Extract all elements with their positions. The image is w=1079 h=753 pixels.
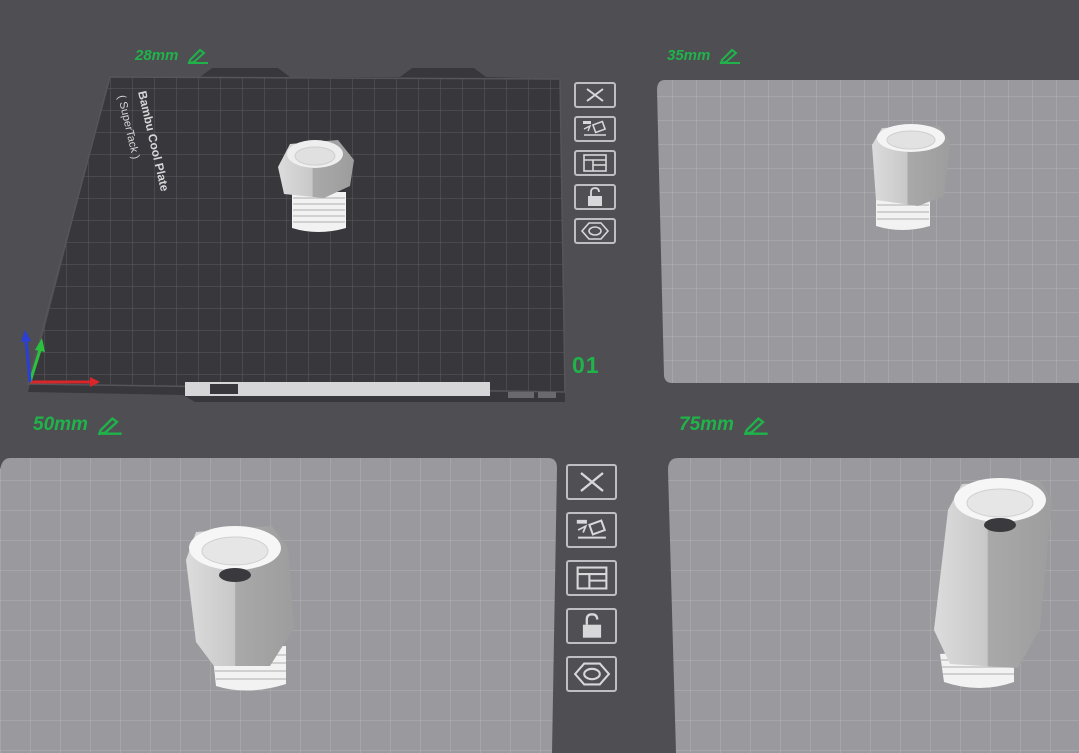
auto-arrange-button[interactable] bbox=[574, 116, 616, 142]
auto-arrange-button[interactable] bbox=[566, 512, 617, 548]
plate-label-1[interactable]: 28mm bbox=[135, 47, 210, 64]
close-icon bbox=[584, 87, 606, 103]
unlock-icon bbox=[585, 187, 605, 207]
plate-settings-button[interactable] bbox=[574, 218, 616, 244]
plate-name-label: 75mm bbox=[679, 414, 734, 435]
plate-label-2[interactable]: 35mm bbox=[667, 47, 742, 64]
arrange-layout-button[interactable] bbox=[574, 150, 616, 176]
plate-1-toolbar bbox=[574, 82, 616, 244]
plate-name-label: 28mm bbox=[135, 47, 179, 64]
lock-plate-button[interactable] bbox=[566, 608, 617, 644]
close-icon bbox=[577, 471, 607, 493]
delete-plate-button[interactable] bbox=[574, 82, 616, 108]
plate-label-3[interactable]: 50mm bbox=[33, 414, 124, 436]
edit-pencil-icon[interactable] bbox=[718, 48, 742, 64]
auto-arrange-icon bbox=[580, 120, 610, 138]
delete-plate-button[interactable] bbox=[566, 464, 617, 500]
plate-3-toolbar bbox=[566, 464, 617, 692]
plate-settings-icon bbox=[580, 221, 610, 241]
lock-plate-button[interactable] bbox=[574, 184, 616, 210]
build-plate-2[interactable] bbox=[657, 80, 1079, 383]
plate-name-label: 50mm bbox=[33, 414, 88, 435]
auto-arrange-icon bbox=[573, 517, 611, 543]
layout-icon bbox=[582, 154, 608, 172]
viewport-3d[interactable]: Bambu Cool Plate ( SuperTack ) bbox=[0, 0, 1079, 753]
edit-pencil-icon[interactable] bbox=[186, 48, 210, 64]
unlock-icon bbox=[579, 612, 605, 640]
plate-number: 01 bbox=[572, 352, 600, 378]
layout-icon bbox=[575, 565, 609, 591]
plate-label-4[interactable]: 75mm bbox=[679, 414, 770, 436]
edit-pencil-icon[interactable] bbox=[96, 416, 124, 435]
plate-name-label: 35mm bbox=[667, 47, 711, 64]
plate-settings-icon bbox=[572, 661, 612, 687]
build-plate-1[interactable] bbox=[27, 68, 566, 402]
arrange-layout-button[interactable] bbox=[566, 560, 617, 596]
plate-settings-button[interactable] bbox=[566, 656, 617, 692]
edit-pencil-icon[interactable] bbox=[742, 416, 770, 435]
